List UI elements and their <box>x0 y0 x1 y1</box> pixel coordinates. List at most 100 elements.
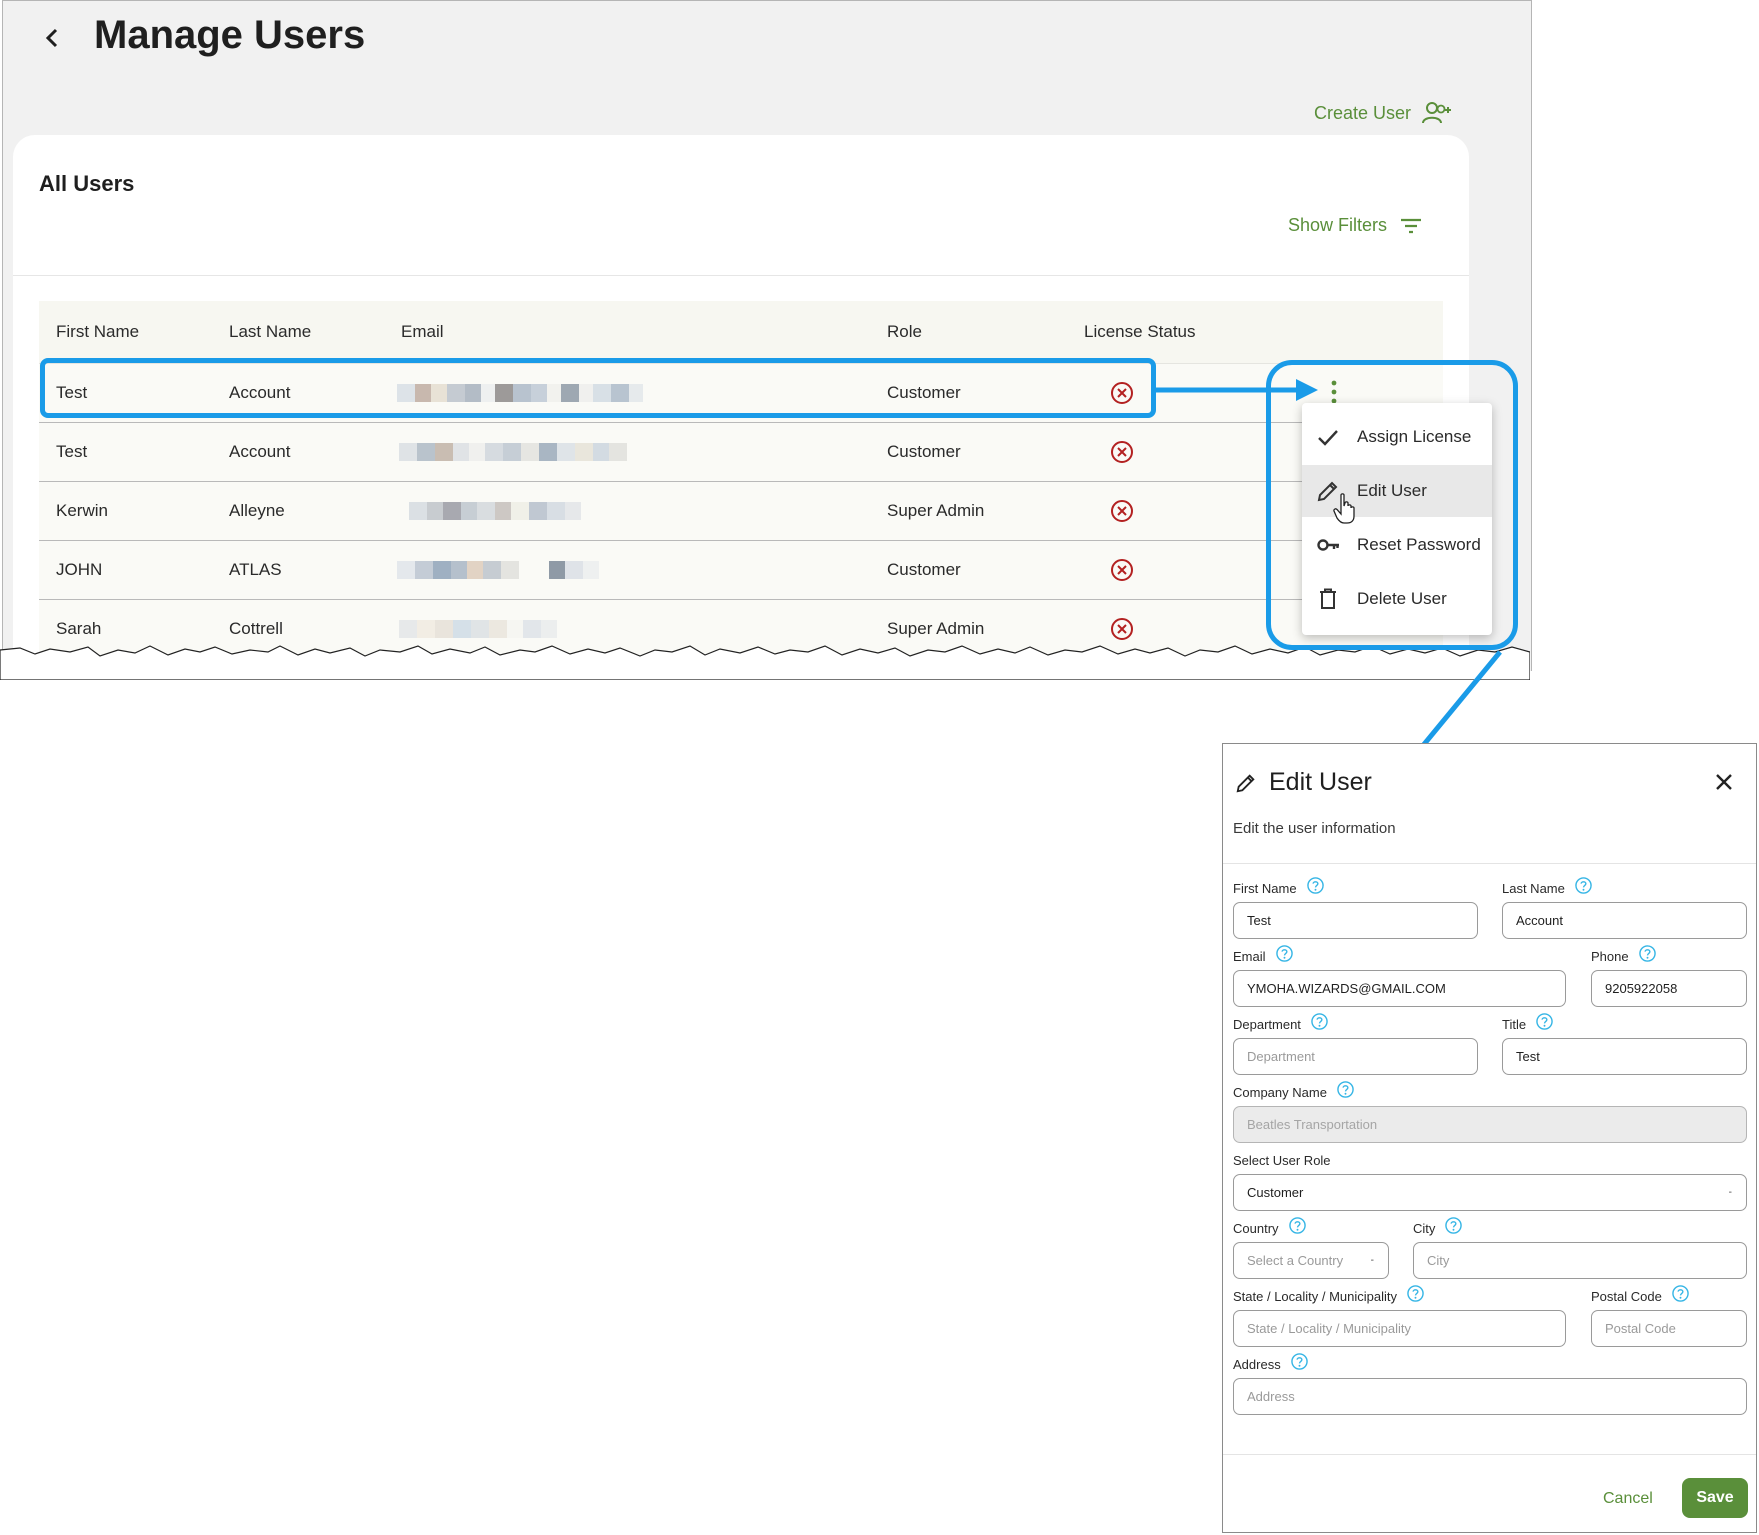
label-text: Department <box>1233 1017 1301 1032</box>
back-button[interactable] <box>35 21 69 55</box>
label-text: City <box>1413 1221 1436 1236</box>
dialog-subtitle: Edit the user information <box>1233 820 1396 837</box>
license-inactive-icon <box>1111 618 1133 640</box>
redacted-email <box>399 620 557 638</box>
help-icon[interactable] <box>1536 1013 1553 1030</box>
department-field[interactable]: Department <box>1233 1038 1478 1075</box>
pencil-icon <box>1236 774 1255 793</box>
highlighted-row-callout <box>40 358 1156 418</box>
label-text: Phone <box>1591 949 1629 964</box>
page-title: Manage Users <box>94 13 366 57</box>
department-label: Department <box>1233 1013 1328 1033</box>
last-name-cell: ATLAS <box>229 560 282 579</box>
help-icon[interactable] <box>1575 877 1592 894</box>
state-label: State / Locality / Municipality <box>1233 1285 1424 1305</box>
show-filters-label: Show Filters <box>1287 215 1387 235</box>
edit-user-dialog: Edit User Edit the user information Firs… <box>1222 743 1757 1533</box>
cancel-button[interactable]: Cancel <box>1603 1490 1653 1508</box>
first-name-cell: Test <box>56 442 88 461</box>
last-name-cell: Cottrell <box>229 619 283 638</box>
help-icon[interactable] <box>1275 945 1293 962</box>
help-icon[interactable] <box>1306 877 1324 894</box>
phone-label: Phone <box>1591 945 1656 965</box>
label-text: Country <box>1233 1221 1279 1236</box>
caret-down-icon: - <box>1728 1187 1732 1198</box>
country-label: Country <box>1233 1217 1306 1237</box>
add-user-icon <box>1422 102 1451 124</box>
role-cell: Customer <box>887 560 961 579</box>
help-icon[interactable] <box>1638 945 1656 962</box>
table-row[interactable]: Test Account Customer <box>39 423 1443 482</box>
country-select[interactable]: Select a Country - <box>1233 1242 1389 1279</box>
last-name-label: Last Name <box>1502 877 1592 897</box>
title-label: Title <box>1502 1013 1553 1033</box>
email-field[interactable]: YMOHA.WIZARDS@GMAIL.COM <box>1233 970 1566 1007</box>
help-icon[interactable] <box>1311 1013 1328 1030</box>
table-row[interactable]: JOHN ATLAS Customer <box>39 541 1443 600</box>
postal-code-label: Postal Code <box>1591 1285 1689 1305</box>
close-icon[interactable] <box>1714 772 1734 792</box>
card-divider <box>13 275 1469 276</box>
card-title: All Users <box>39 171 135 196</box>
highlighted-menu-callout <box>1266 360 1518 650</box>
postal-code-field[interactable]: Postal Code <box>1591 1310 1747 1347</box>
city-label: City <box>1413 1217 1463 1237</box>
first-name-cell: Kerwin <box>56 501 108 520</box>
state-field[interactable]: State / Locality / Municipality <box>1233 1310 1566 1347</box>
create-user-button[interactable]: Create User <box>1314 101 1451 125</box>
show-filters-button[interactable]: Show Filters <box>1288 215 1423 236</box>
table-header: First Name Last Name Email Role License … <box>39 301 1443 364</box>
user-role-select[interactable]: Customer - <box>1233 1174 1747 1211</box>
country-placeholder: Select a Country <box>1247 1253 1344 1268</box>
caret-down-icon: - <box>1370 1255 1374 1266</box>
label-text: Postal Code <box>1591 1289 1662 1304</box>
first-name-cell: Sarah <box>56 619 102 638</box>
last-name-field[interactable]: Account <box>1502 902 1747 939</box>
label-text: Company Name <box>1233 1085 1327 1100</box>
users-table: First Name Last Name Email Role License … <box>39 301 1443 659</box>
help-icon[interactable] <box>1337 1081 1354 1098</box>
label-text: Address <box>1233 1357 1281 1372</box>
help-icon[interactable] <box>1407 1285 1424 1302</box>
company-name-field: Beatles Transportation <box>1233 1106 1747 1143</box>
label-text: Title <box>1502 1017 1527 1032</box>
last-name-cell: Account <box>229 442 291 461</box>
column-header-first-name[interactable]: First Name <box>56 322 139 342</box>
redacted-email <box>409 502 581 520</box>
redacted-email <box>399 443 627 461</box>
filter-icon <box>1401 218 1421 233</box>
license-inactive-icon <box>1111 500 1133 522</box>
help-icon[interactable] <box>1290 1353 1308 1370</box>
save-button[interactable]: Save <box>1682 1478 1748 1518</box>
first-name-cell: JOHN <box>56 560 103 579</box>
first-name-field[interactable]: Test <box>1233 902 1478 939</box>
chevron-left-icon <box>45 28 58 48</box>
phone-field[interactable]: 9205922058 <box>1591 970 1747 1007</box>
column-header-email[interactable]: Email <box>401 322 444 342</box>
last-name-cell: Alleyne <box>229 501 285 520</box>
label-text: State / Locality / Municipality <box>1233 1289 1398 1304</box>
redacted-email <box>397 561 599 579</box>
first-name-label: First Name <box>1233 877 1324 897</box>
company-name-label: Company Name <box>1233 1081 1354 1101</box>
help-icon[interactable] <box>1445 1217 1463 1234</box>
title-field[interactable]: Test <box>1502 1038 1747 1075</box>
user-role-label: Select User Role <box>1233 1153 1331 1168</box>
column-header-last-name[interactable]: Last Name <box>229 322 311 342</box>
dialog-title: Edit User <box>1269 768 1372 796</box>
city-field[interactable]: City <box>1413 1242 1747 1279</box>
label-text: Email <box>1233 949 1266 964</box>
label-text: First Name <box>1233 881 1297 896</box>
table-row[interactable]: Kerwin Alleyne Super Admin <box>39 482 1443 541</box>
role-cell: Customer <box>887 442 961 461</box>
column-header-role[interactable]: Role <box>887 322 922 342</box>
address-field[interactable]: Address <box>1233 1378 1747 1415</box>
dialog-footer-divider <box>1223 1454 1756 1455</box>
help-icon[interactable] <box>1288 1217 1306 1234</box>
user-role-value: Customer <box>1247 1185 1304 1200</box>
role-cell: Super Admin <box>887 501 985 520</box>
column-header-license-status[interactable]: License Status <box>1084 322 1196 342</box>
label-text: Last Name <box>1502 881 1565 896</box>
dialog-divider <box>1223 863 1756 864</box>
help-icon[interactable] <box>1672 1285 1689 1302</box>
